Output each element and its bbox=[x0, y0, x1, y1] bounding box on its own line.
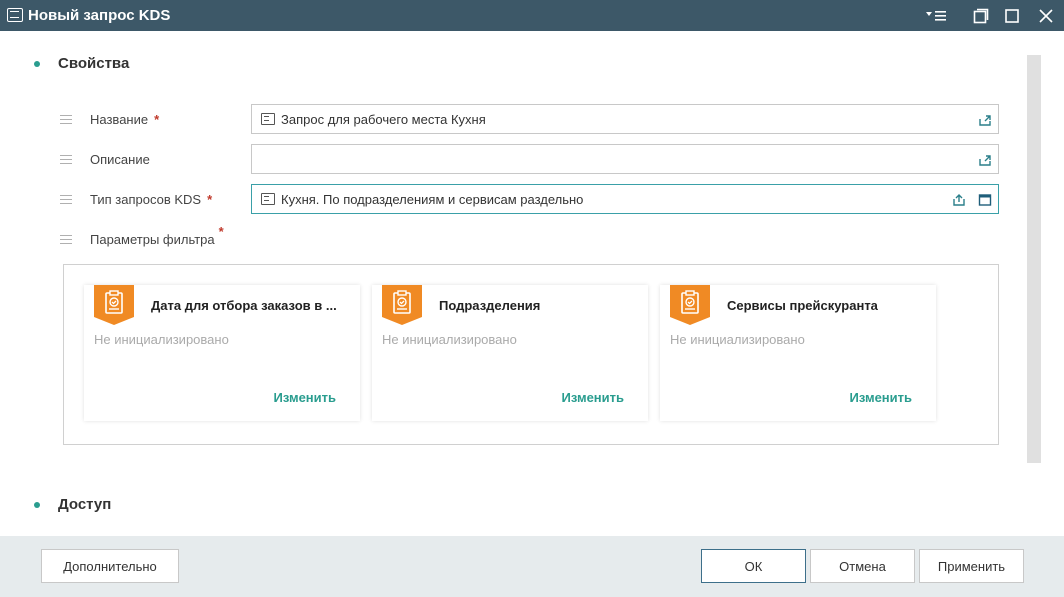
kds-type-label: Тип запросов KDS bbox=[90, 191, 202, 207]
name-value: Запрос для рабочего места Кухня bbox=[281, 111, 486, 127]
filter-badge-icon bbox=[94, 285, 134, 325]
filter-card-title: Подразделения bbox=[439, 298, 541, 313]
change-link[interactable]: Изменить bbox=[273, 390, 336, 405]
section-access-label: Доступ bbox=[58, 496, 112, 513]
more-button[interactable]: Дополнительно bbox=[41, 549, 179, 583]
section-bullet bbox=[34, 501, 40, 508]
filter-card-services[interactable]: Сервисы прейскуранта Не инициализировано… bbox=[660, 285, 936, 421]
change-link[interactable]: Изменить bbox=[849, 390, 912, 405]
drag-handle-icon[interactable] bbox=[60, 194, 72, 204]
cancel-button[interactable]: Отмена bbox=[810, 549, 915, 583]
drag-handle-icon[interactable] bbox=[60, 234, 72, 244]
title-bar: Новый запрос KDS bbox=[0, 0, 1064, 31]
change-link[interactable]: Изменить bbox=[561, 390, 624, 405]
ok-button[interactable]: ОК bbox=[701, 549, 806, 583]
section-properties-label: Свойства bbox=[58, 55, 130, 72]
field-row-filter: Параметры фильтра * bbox=[60, 224, 224, 254]
dialog-footer: Дополнительно ОК Отмена Применить bbox=[0, 536, 1064, 597]
field-row-description: Описание bbox=[60, 144, 150, 174]
kds-type-field[interactable]: Кухня. По подразделениям и сервисам разд… bbox=[251, 184, 999, 214]
section-properties[interactable]: Свойства bbox=[34, 55, 129, 72]
filter-card-title: Сервисы прейскуранта bbox=[727, 298, 878, 313]
select-icon[interactable] bbox=[978, 193, 992, 207]
window-title: Новый запрос KDS bbox=[28, 7, 171, 24]
required-marker: * bbox=[218, 223, 224, 239]
open-editor-icon[interactable] bbox=[978, 153, 992, 167]
kds-type-icon bbox=[261, 193, 275, 205]
drag-handle-icon[interactable] bbox=[60, 154, 72, 164]
drag-handle-icon[interactable] bbox=[60, 114, 72, 124]
filter-panel: Дата для отбора заказов в ... Не инициал… bbox=[63, 264, 999, 445]
close-icon[interactable] bbox=[1034, 4, 1058, 27]
filter-label: Параметры фильтра bbox=[90, 231, 215, 247]
filter-card-status: Не инициализировано bbox=[382, 332, 517, 347]
restore-icon[interactable] bbox=[969, 4, 993, 27]
filter-card-status: Не инициализировано bbox=[670, 332, 805, 347]
filter-badge-icon bbox=[382, 285, 422, 325]
open-editor-icon[interactable] bbox=[978, 113, 992, 127]
required-marker: * bbox=[154, 111, 160, 127]
description-label: Описание bbox=[90, 151, 150, 167]
scrollbar[interactable] bbox=[1027, 55, 1041, 463]
required-marker: * bbox=[207, 191, 213, 207]
name-field[interactable]: Запрос для рабочего места Кухня bbox=[251, 104, 999, 134]
apply-button[interactable]: Применить bbox=[919, 549, 1024, 583]
section-bullet bbox=[34, 60, 40, 67]
filter-card-departments[interactable]: Подразделения Не инициализировано Измени… bbox=[372, 285, 648, 421]
name-label: Название bbox=[90, 111, 149, 127]
kds-request-icon bbox=[261, 113, 275, 125]
open-link-icon[interactable] bbox=[952, 193, 966, 207]
field-row-name: Название * bbox=[60, 104, 159, 134]
filter-card-date[interactable]: Дата для отбора заказов в ... Не инициал… bbox=[84, 285, 360, 421]
description-field[interactable] bbox=[251, 144, 999, 174]
section-access[interactable]: Доступ bbox=[34, 496, 111, 513]
filter-card-status: Не инициализировано bbox=[94, 332, 229, 347]
menu-icon[interactable] bbox=[924, 4, 948, 27]
field-row-kds-type: Тип запросов KDS * bbox=[60, 184, 212, 214]
dialog-content: Свойства Название * Запрос для рабочего … bbox=[0, 31, 1064, 536]
kds-type-value: Кухня. По подразделениям и сервисам разд… bbox=[281, 191, 584, 207]
filter-badge-icon bbox=[670, 285, 710, 325]
app-icon bbox=[7, 8, 23, 22]
maximize-icon[interactable] bbox=[1000, 4, 1024, 27]
filter-card-title: Дата для отбора заказов в ... bbox=[151, 298, 337, 313]
